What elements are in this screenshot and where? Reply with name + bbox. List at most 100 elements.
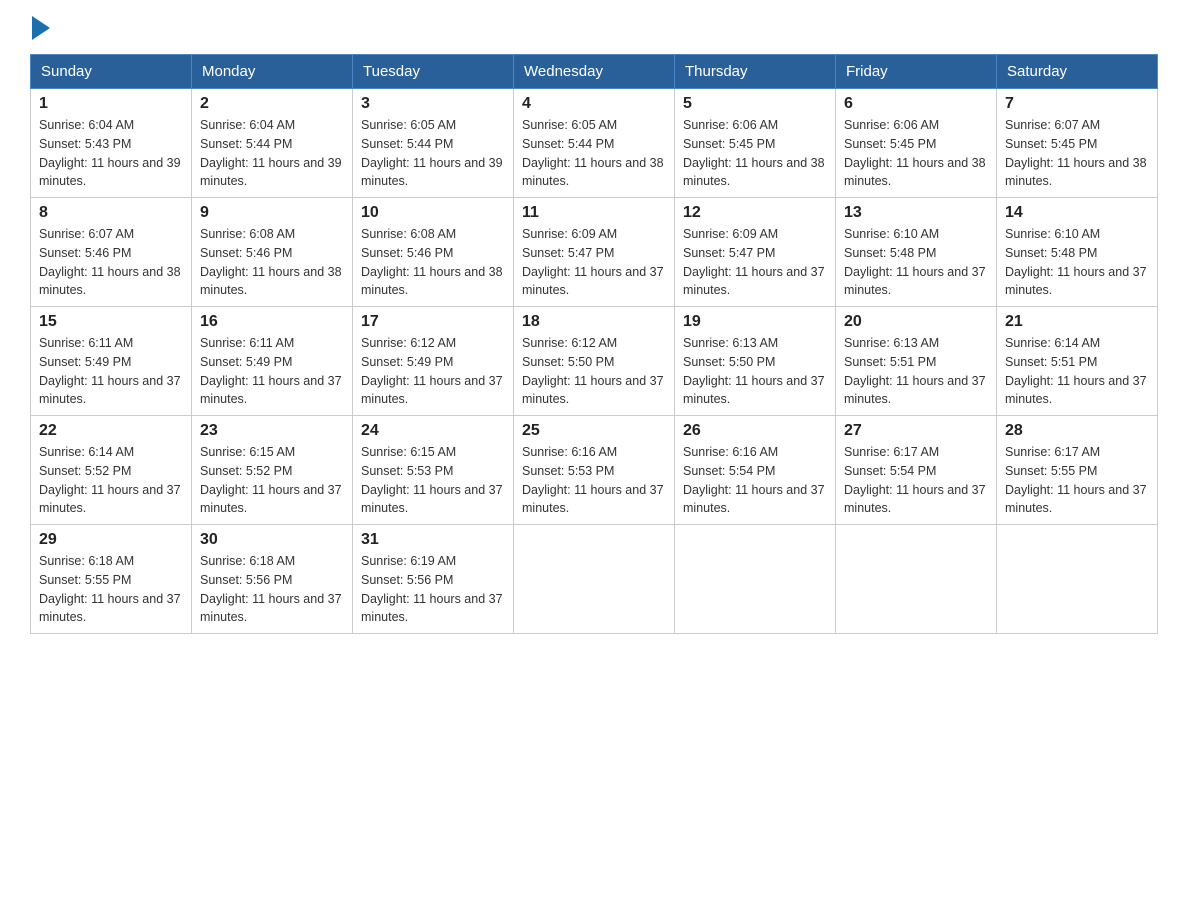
day-info: Sunrise: 6:07 AMSunset: 5:45 PMDaylight:… — [1005, 116, 1149, 191]
day-info: Sunrise: 6:12 AMSunset: 5:49 PMDaylight:… — [361, 334, 505, 409]
calendar-cell: 2 Sunrise: 6:04 AMSunset: 5:44 PMDaylight… — [192, 89, 353, 198]
day-info: Sunrise: 6:06 AMSunset: 5:45 PMDaylight:… — [844, 116, 988, 191]
calendar-cell: 10 Sunrise: 6:08 AMSunset: 5:46 PMDayligh… — [353, 198, 514, 307]
day-number: 11 — [522, 204, 666, 222]
day-info: Sunrise: 6:08 AMSunset: 5:46 PMDaylight:… — [361, 225, 505, 300]
calendar-table: SundayMondayTuesdayWednesdayThursdayFrid… — [30, 54, 1158, 634]
day-info: Sunrise: 6:05 AMSunset: 5:44 PMDaylight:… — [522, 116, 666, 191]
logo-arrow-icon — [32, 16, 50, 40]
day-number: 24 — [361, 422, 505, 440]
day-info: Sunrise: 6:16 AMSunset: 5:53 PMDaylight:… — [522, 443, 666, 518]
day-number: 17 — [361, 313, 505, 331]
day-info: Sunrise: 6:11 AMSunset: 5:49 PMDaylight:… — [200, 334, 344, 409]
calendar-cell: 19 Sunrise: 6:13 AMSunset: 5:50 PMDayligh… — [675, 307, 836, 416]
day-number: 27 — [844, 422, 988, 440]
day-number: 30 — [200, 531, 344, 549]
day-info: Sunrise: 6:18 AMSunset: 5:56 PMDaylight:… — [200, 552, 344, 627]
day-number: 31 — [361, 531, 505, 549]
day-number: 19 — [683, 313, 827, 331]
calendar-cell: 15 Sunrise: 6:11 AMSunset: 5:49 PMDayligh… — [31, 307, 192, 416]
calendar-cell: 3Sunrise: 6:05 AMSunset: 5:44 PMDaylight… — [353, 89, 514, 198]
day-info: Sunrise: 6:10 AMSunset: 5:48 PMDaylight:… — [844, 225, 988, 300]
week-row-3: 15 Sunrise: 6:11 AMSunset: 5:49 PMDayligh… — [31, 307, 1158, 416]
day-number: 26 — [683, 422, 827, 440]
calendar-cell: 6 Sunrise: 6:06 AMSunset: 5:45 PMDaylight… — [836, 89, 997, 198]
calendar-cell: 1 Sunrise: 6:04 AMSunset: 5:43 PMDaylight… — [31, 89, 192, 198]
calendar-cell: 24 Sunrise: 6:15 AMSunset: 5:53 PMDayligh… — [353, 416, 514, 525]
day-info: Sunrise: 6:11 AMSunset: 5:49 PMDaylight:… — [39, 334, 183, 409]
day-number: 14 — [1005, 204, 1149, 222]
day-info: Sunrise: 6:13 AMSunset: 5:51 PMDaylight:… — [844, 334, 988, 409]
calendar-cell: 17 Sunrise: 6:12 AMSunset: 5:49 PMDayligh… — [353, 307, 514, 416]
day-info: Sunrise: 6:07 AMSunset: 5:46 PMDaylight:… — [39, 225, 183, 300]
calendar-cell: 27 Sunrise: 6:17 AMSunset: 5:54 PMDayligh… — [836, 416, 997, 525]
calendar-body: 1 Sunrise: 6:04 AMSunset: 5:43 PMDaylight… — [31, 89, 1158, 634]
day-number: 13 — [844, 204, 988, 222]
day-info: Sunrise: 6:17 AMSunset: 5:55 PMDaylight:… — [1005, 443, 1149, 518]
day-number: 4 — [522, 95, 666, 113]
calendar-cell: 14 Sunrise: 6:10 AMSunset: 5:48 PMDayligh… — [997, 198, 1158, 307]
calendar-cell: 11 Sunrise: 6:09 AMSunset: 5:47 PMDayligh… — [514, 198, 675, 307]
day-number: 15 — [39, 313, 183, 331]
day-number: 10 — [361, 204, 505, 222]
calendar-header: SundayMondayTuesdayWednesdayThursdayFrid… — [31, 55, 1158, 89]
calendar-cell — [836, 525, 997, 634]
calendar-cell — [675, 525, 836, 634]
calendar-cell: 9 Sunrise: 6:08 AMSunset: 5:46 PMDaylight… — [192, 198, 353, 307]
day-info: Sunrise: 6:18 AMSunset: 5:55 PMDaylight:… — [39, 552, 183, 627]
day-info: Sunrise: 6:04 AMSunset: 5:43 PMDaylight:… — [39, 116, 183, 191]
week-row-4: 22 Sunrise: 6:14 AMSunset: 5:52 PMDayligh… — [31, 416, 1158, 525]
calendar-cell: 28 Sunrise: 6:17 AMSunset: 5:55 PMDayligh… — [997, 416, 1158, 525]
day-number: 29 — [39, 531, 183, 549]
weekday-header-sunday: Sunday — [31, 55, 192, 89]
day-number: 21 — [1005, 313, 1149, 331]
calendar-cell: 23Sunrise: 6:15 AMSunset: 5:52 PMDayligh… — [192, 416, 353, 525]
day-info: Sunrise: 6:09 AMSunset: 5:47 PMDaylight:… — [683, 225, 827, 300]
weekday-header-row: SundayMondayTuesdayWednesdayThursdayFrid… — [31, 55, 1158, 89]
weekday-header-thursday: Thursday — [675, 55, 836, 89]
day-info: Sunrise: 6:15 AMSunset: 5:53 PMDaylight:… — [361, 443, 505, 518]
page-header — [30, 20, 1158, 34]
calendar-cell: 31 Sunrise: 6:19 AMSunset: 5:56 PMDayligh… — [353, 525, 514, 634]
day-number: 28 — [1005, 422, 1149, 440]
week-row-5: 29 Sunrise: 6:18 AMSunset: 5:55 PMDayligh… — [31, 525, 1158, 634]
day-info: Sunrise: 6:14 AMSunset: 5:51 PMDaylight:… — [1005, 334, 1149, 409]
day-info: Sunrise: 6:04 AMSunset: 5:44 PMDaylight:… — [200, 116, 344, 191]
day-number: 1 — [39, 95, 183, 113]
calendar-cell: 26 Sunrise: 6:16 AMSunset: 5:54 PMDayligh… — [675, 416, 836, 525]
day-number: 9 — [200, 204, 344, 222]
day-info: Sunrise: 6:08 AMSunset: 5:46 PMDaylight:… — [200, 225, 344, 300]
day-info: Sunrise: 6:10 AMSunset: 5:48 PMDaylight:… — [1005, 225, 1149, 300]
day-number: 2 — [200, 95, 344, 113]
weekday-header-friday: Friday — [836, 55, 997, 89]
calendar-cell: 22 Sunrise: 6:14 AMSunset: 5:52 PMDayligh… — [31, 416, 192, 525]
day-number: 20 — [844, 313, 988, 331]
day-number: 6 — [844, 95, 988, 113]
calendar-cell — [997, 525, 1158, 634]
day-number: 25 — [522, 422, 666, 440]
calendar-cell: 4 Sunrise: 6:05 AMSunset: 5:44 PMDaylight… — [514, 89, 675, 198]
weekday-header-tuesday: Tuesday — [353, 55, 514, 89]
day-number: 18 — [522, 313, 666, 331]
calendar-cell: 16Sunrise: 6:11 AMSunset: 5:49 PMDayligh… — [192, 307, 353, 416]
day-info: Sunrise: 6:09 AMSunset: 5:47 PMDaylight:… — [522, 225, 666, 300]
day-info: Sunrise: 6:19 AMSunset: 5:56 PMDaylight:… — [361, 552, 505, 627]
calendar-cell: 5Sunrise: 6:06 AMSunset: 5:45 PMDaylight… — [675, 89, 836, 198]
calendar-cell: 30 Sunrise: 6:18 AMSunset: 5:56 PMDayligh… — [192, 525, 353, 634]
day-info: Sunrise: 6:16 AMSunset: 5:54 PMDaylight:… — [683, 443, 827, 518]
day-number: 5 — [683, 95, 827, 113]
calendar-cell: 25 Sunrise: 6:16 AMSunset: 5:53 PMDayligh… — [514, 416, 675, 525]
day-info: Sunrise: 6:17 AMSunset: 5:54 PMDaylight:… — [844, 443, 988, 518]
day-number: 22 — [39, 422, 183, 440]
calendar-cell: 18 Sunrise: 6:12 AMSunset: 5:50 PMDayligh… — [514, 307, 675, 416]
calendar-cell — [514, 525, 675, 634]
day-info: Sunrise: 6:13 AMSunset: 5:50 PMDaylight:… — [683, 334, 827, 409]
logo — [30, 20, 50, 34]
day-info: Sunrise: 6:14 AMSunset: 5:52 PMDaylight:… — [39, 443, 183, 518]
calendar-cell: 8Sunrise: 6:07 AMSunset: 5:46 PMDaylight… — [31, 198, 192, 307]
week-row-2: 8Sunrise: 6:07 AMSunset: 5:46 PMDaylight… — [31, 198, 1158, 307]
day-number: 23 — [200, 422, 344, 440]
week-row-1: 1 Sunrise: 6:04 AMSunset: 5:43 PMDaylight… — [31, 89, 1158, 198]
day-number: 3 — [361, 95, 505, 113]
day-info: Sunrise: 6:12 AMSunset: 5:50 PMDaylight:… — [522, 334, 666, 409]
